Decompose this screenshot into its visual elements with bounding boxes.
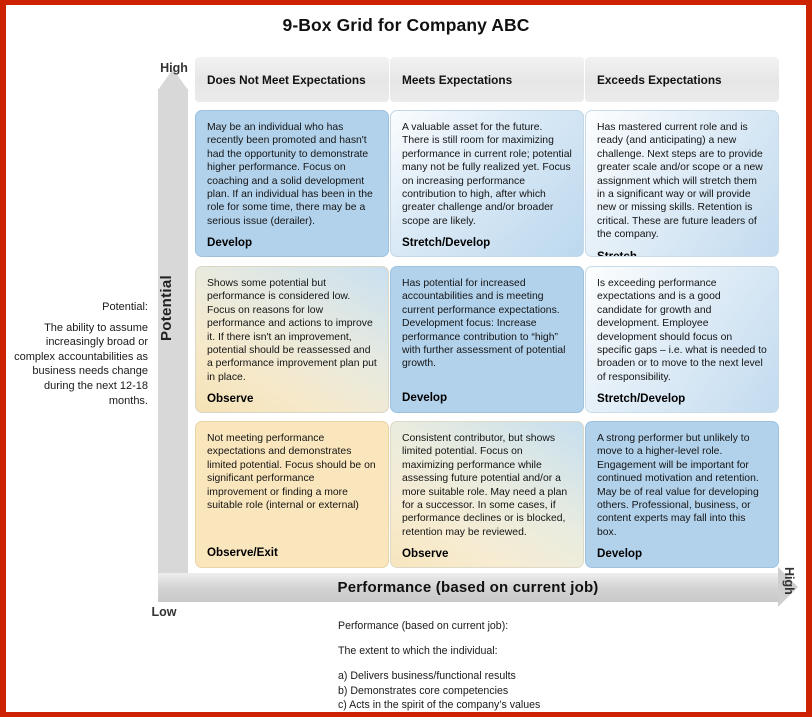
cell-text: A valuable asset for the future. There i… [402,122,572,227]
cell-action: Develop [207,236,253,250]
column-header-label: Exceeds Expectations [597,72,722,87]
cell-high-potential-does-not-meet[interactable]: May be an individual who has recently be… [195,110,389,257]
column-header-meets: Meets Expectations [390,57,584,102]
cell-low-potential-does-not-meet[interactable]: Not meeting performance expectations and… [195,421,389,568]
cell-medium-potential-exceeds[interactable]: Is exceeding performance expectations an… [585,266,779,413]
cell-high-potential-meets[interactable]: A valuable asset for the future. There i… [390,110,584,257]
cell-action: Observe [402,547,449,561]
column-header-label: Meets Expectations [402,72,513,87]
potential-axis-label: Potential [158,274,175,342]
cell-text: Has mastered current role and is ready (… [597,122,763,241]
poster-body: 9-Box Grid for Company ABC High Low Pote… [6,5,806,712]
cell-action: Develop [597,547,643,561]
cell-high-potential-exceeds[interactable]: Has mastered current role and is ready (… [585,110,779,257]
cell-action: Observe [207,392,254,406]
cell-text: Is exceeding performance expectations an… [597,278,767,383]
footnote-item-c: c) Acts in the spirit of the company’s v… [338,699,541,712]
cell-low-potential-exceeds[interactable]: A strong performer but unlikely to move … [585,421,779,568]
potential-description-header: Potential: [102,301,148,313]
footnote: Performance (based on current job): The … [338,619,778,713]
cell-action: Stretch [597,249,637,257]
footnote-item-b: b) Demonstrates core competencies [338,684,509,697]
potential-description-body: The ability to assume increasingly broad… [14,321,148,407]
cell-text: Not meeting performance expectations and… [207,433,376,512]
footnote-line-1: Performance (based on current job): [338,620,509,632]
poster-frame: 9-Box Grid for Company ABC High Low Pote… [0,0,812,717]
cell-low-potential-meets[interactable]: Consistent contributor, but shows limite… [390,421,584,568]
footnote-line-2: The extent to which the individual: [338,645,498,657]
cell-action: Stretch/Develop [597,392,686,406]
cell-action: Stretch/Develop [402,236,491,250]
column-header-label: Does Not Meet Expectations [207,72,366,87]
cell-text: Has potential for increased accountabili… [402,278,566,370]
page-title: 9-Box Grid for Company ABC [282,15,530,35]
potential-low-label: Low [151,605,177,619]
potential-description: Potential: The ability to assume increas… [12,300,148,408]
cell-action: Develop [402,390,448,404]
cell-text: Consistent contributor, but shows limite… [402,433,568,538]
column-header-exceeds: Exceeds Expectations [585,57,779,102]
cell-medium-potential-meets[interactable]: Has potential for increased accountabili… [390,266,584,413]
footnote-item-a: a) Delivers business/functional results [338,670,516,682]
cell-text: A strong performer but unlikely to move … [597,433,759,538]
performance-axis-label: Performance (based on current job) [337,579,599,596]
cell-text: May be an individual who has recently be… [207,122,373,227]
cell-medium-potential-does-not-meet[interactable]: Shows some potential but performance is … [195,266,389,413]
column-header-does-not-meet: Does Not Meet Expectations [195,57,389,102]
performance-high-label: High [782,567,796,595]
potential-high-label: High [160,61,188,75]
cell-action: Observe/Exit [207,545,278,559]
cell-text: Shows some potential but performance is … [207,278,377,383]
